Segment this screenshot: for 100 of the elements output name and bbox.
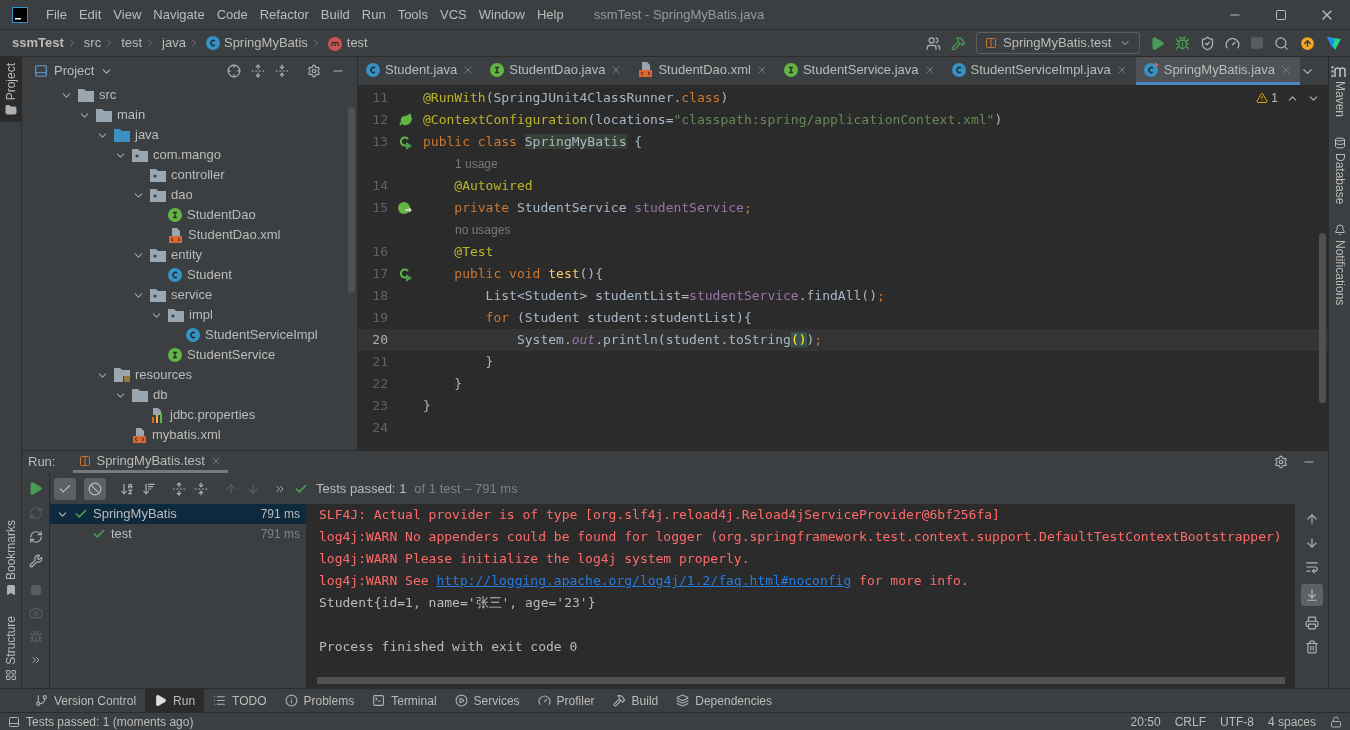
panel-title[interactable]: Project [54, 61, 95, 81]
status-item[interactable]: UTF-8 [1219, 712, 1254, 730]
inlay-hint[interactable]: 1 usage [455, 155, 498, 173]
menu-item[interactable]: Window [472, 4, 531, 25]
tree-item[interactable]: mybatis.xml [152, 425, 221, 445]
menu-item[interactable]: Edit [72, 4, 108, 25]
editor-tab[interactable]: StudentDao.java [482, 57, 631, 85]
menu-item[interactable]: Refactor [253, 4, 315, 25]
tree-item[interactable]: StudentService [187, 345, 276, 365]
menu-item[interactable]: File [40, 4, 73, 25]
breadcrumb-item[interactable]: src [83, 33, 102, 53]
sort-by-duration-icon[interactable] [142, 481, 156, 496]
more-actions-icon[interactable] [29, 654, 42, 666]
tool-window-toggle-icon[interactable] [8, 715, 20, 728]
settings-icon[interactable] [1274, 455, 1288, 469]
show-ignored-toggle[interactable] [84, 477, 106, 500]
tree-item[interactable]: controller [171, 165, 225, 185]
refresh-icon[interactable] [28, 530, 43, 544]
tool-window-stripe-button[interactable]: Structure [0, 610, 22, 688]
collapse-all-icon[interactable] [275, 64, 289, 78]
test-tree-row[interactable]: test 791 ms [50, 524, 306, 544]
tool-window-stripe-button[interactable]: Maven [1330, 67, 1349, 118]
tool-window-button[interactable]: TODO [204, 689, 276, 712]
editor-tab[interactable]: StudentService.java [775, 57, 944, 85]
tree-item[interactable]: resources [135, 365, 193, 385]
run-tab[interactable]: SpringMyBatis.test [73, 451, 228, 473]
tree-item[interactable]: entity [171, 245, 203, 265]
rerun-icon[interactable] [28, 481, 43, 496]
inlay-hint[interactable]: no usages [455, 221, 511, 239]
update-icon[interactable] [1299, 34, 1316, 52]
scroll-to-end-toggle[interactable] [1300, 584, 1323, 606]
wrench-icon[interactable] [28, 554, 43, 568]
tool-window-button[interactable]: Problems [275, 689, 364, 712]
scrollbar-thumb[interactable] [1319, 233, 1326, 403]
breadcrumb-item[interactable]: test [346, 33, 368, 53]
tree-item[interactable]: StudentDao [187, 205, 256, 225]
editor-tab[interactable]: StudentServiceImpl.java [943, 57, 1136, 85]
menu-item[interactable]: VCS [434, 4, 473, 25]
menu-item[interactable]: Navigate [147, 4, 211, 25]
up-arrow-icon[interactable] [1304, 512, 1319, 526]
run-test-icon[interactable] [398, 134, 413, 150]
horizontal-scrollbar[interactable] [317, 677, 1285, 684]
debug-icon[interactable] [1175, 35, 1190, 51]
down-arrow-icon[interactable] [1304, 536, 1319, 550]
breadcrumb-item[interactable]: java [162, 33, 186, 53]
breadcrumb-item[interactable]: SpringMyBatis [223, 33, 308, 53]
tool-window-button[interactable]: Terminal [363, 689, 446, 712]
tool-window-button[interactable]: Dependencies [667, 689, 781, 712]
tree-item[interactable]: StudentDao.xml [188, 225, 281, 245]
tree-item[interactable]: main [117, 105, 146, 125]
users-icon[interactable] [926, 35, 941, 51]
tree-item[interactable]: com.mango [153, 145, 221, 165]
tree-item[interactable]: java [135, 125, 159, 145]
run-test-icon[interactable] [398, 266, 413, 282]
toolbox-logo-icon[interactable] [1326, 35, 1342, 51]
unlocked-icon[interactable] [1330, 715, 1342, 728]
tool-window-stripe-button[interactable]: Project [0, 57, 22, 123]
tree-item[interactable]: src [99, 85, 117, 105]
search-icon[interactable] [1274, 35, 1289, 51]
expand-all-icon[interactable] [251, 64, 265, 78]
show-passed-toggle[interactable] [54, 477, 76, 500]
leaf-icon[interactable] [398, 113, 413, 127]
tree-item[interactable]: db [153, 385, 168, 405]
status-item[interactable]: 4 spaces [1267, 712, 1316, 730]
breadcrumb-item[interactable]: test [121, 33, 143, 53]
trash-icon[interactable] [1304, 640, 1319, 654]
tool-window-button[interactable]: Services [445, 689, 529, 712]
tool-window-button[interactable]: Version Control [26, 689, 146, 712]
coverage-icon[interactable] [1200, 35, 1215, 51]
tool-window-stripe-button[interactable]: Database [1330, 137, 1349, 205]
soft-wrap-icon[interactable] [1304, 560, 1319, 574]
menu-item[interactable]: Code [210, 4, 254, 25]
sort-alphabetically-icon[interactable] [120, 481, 134, 496]
autowired-bean-icon[interactable] [398, 201, 413, 215]
tree-item[interactable]: Student [187, 265, 232, 285]
status-item[interactable]: CRLF [1174, 712, 1206, 730]
breadcrumb-item[interactable]: ssmTest [12, 33, 64, 53]
settings-icon[interactable] [307, 64, 321, 78]
run-configuration-dropdown[interactable]: SpringMyBatis.test [976, 32, 1140, 54]
print-icon[interactable] [1304, 616, 1319, 630]
tool-window-stripe-button[interactable]: Bookmarks [0, 514, 22, 603]
hammer-icon[interactable] [951, 35, 966, 51]
run-icon[interactable] [1150, 35, 1165, 51]
locate-icon[interactable] [227, 64, 241, 78]
tree-item[interactable]: dao [171, 185, 193, 205]
warning-indicator[interactable]: 1 [1256, 89, 1278, 107]
menu-item[interactable]: View [107, 4, 148, 25]
test-tree-row[interactable]: SpringMyBatis 791 ms [50, 504, 306, 524]
maximize-icon[interactable] [1275, 8, 1287, 21]
collapse-all-icon[interactable] [194, 481, 208, 496]
tree-item[interactable]: StudentServiceImpl [205, 325, 318, 345]
editor-tab[interactable]: StudentDao.xml [630, 57, 776, 85]
editor-tab[interactable]: Student.java [358, 57, 483, 85]
tool-window-button[interactable]: Profiler [528, 689, 604, 712]
menu-item[interactable]: Build [314, 4, 356, 25]
profile-icon[interactable] [1225, 35, 1240, 51]
menu-item[interactable]: Help [530, 4, 570, 25]
tree-item[interactable]: jdbc.properties [170, 405, 256, 425]
tool-window-stripe-button[interactable]: Notifications [1330, 224, 1349, 306]
tool-window-button[interactable]: Build [603, 689, 668, 712]
